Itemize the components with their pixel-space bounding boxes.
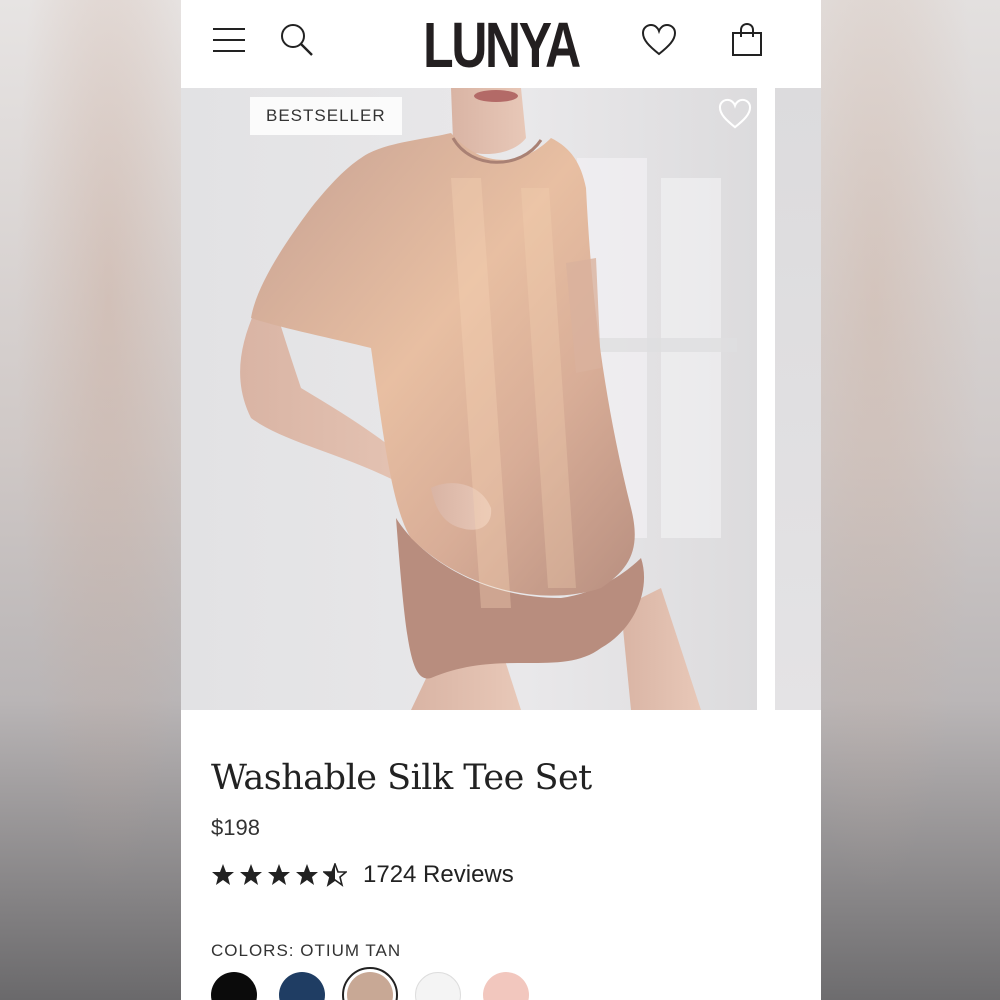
mobile-screen: LUNYA BESTSELLER Washable Silk Tee Set $… <box>181 0 821 1000</box>
bag-icon[interactable] <box>725 18 769 62</box>
swatch-blush[interactable] <box>483 972 529 1000</box>
product-rating[interactable]: 1724 Reviews <box>211 858 514 892</box>
star-icon <box>296 864 318 885</box>
color-swatches <box>211 967 529 1000</box>
heart-icon[interactable] <box>637 18 681 62</box>
swatch-navy[interactable] <box>279 972 325 1000</box>
star-icon <box>268 864 290 885</box>
product-title: Washable Silk Tee Set <box>211 758 592 798</box>
product-image-carousel[interactable]: BESTSELLER <box>181 88 821 710</box>
background-blur-left <box>0 0 181 1000</box>
heart-outline-icon[interactable] <box>717 98 757 134</box>
bestseller-badge: BESTSELLER <box>250 97 402 135</box>
reviews-link[interactable]: 1724 Reviews <box>363 861 514 889</box>
product-image[interactable]: BESTSELLER <box>181 88 757 710</box>
star-icon <box>212 864 234 885</box>
product-price: $198 <box>211 815 260 840</box>
menu-icon[interactable] <box>207 18 251 62</box>
background-blur-right <box>821 0 1000 1000</box>
swatch-otium-tan[interactable] <box>342 967 398 1000</box>
colors-label: COLORS: OTIUM TAN <box>211 941 402 960</box>
swatch-black[interactable] <box>211 972 257 1000</box>
swatch-white[interactable] <box>415 972 461 1000</box>
next-product-image[interactable] <box>775 88 821 710</box>
site-header: LUNYA <box>181 0 821 88</box>
half-star-icon <box>323 863 347 887</box>
star-icon <box>240 864 262 885</box>
product-photo <box>181 88 757 710</box>
star-rating <box>211 863 347 887</box>
